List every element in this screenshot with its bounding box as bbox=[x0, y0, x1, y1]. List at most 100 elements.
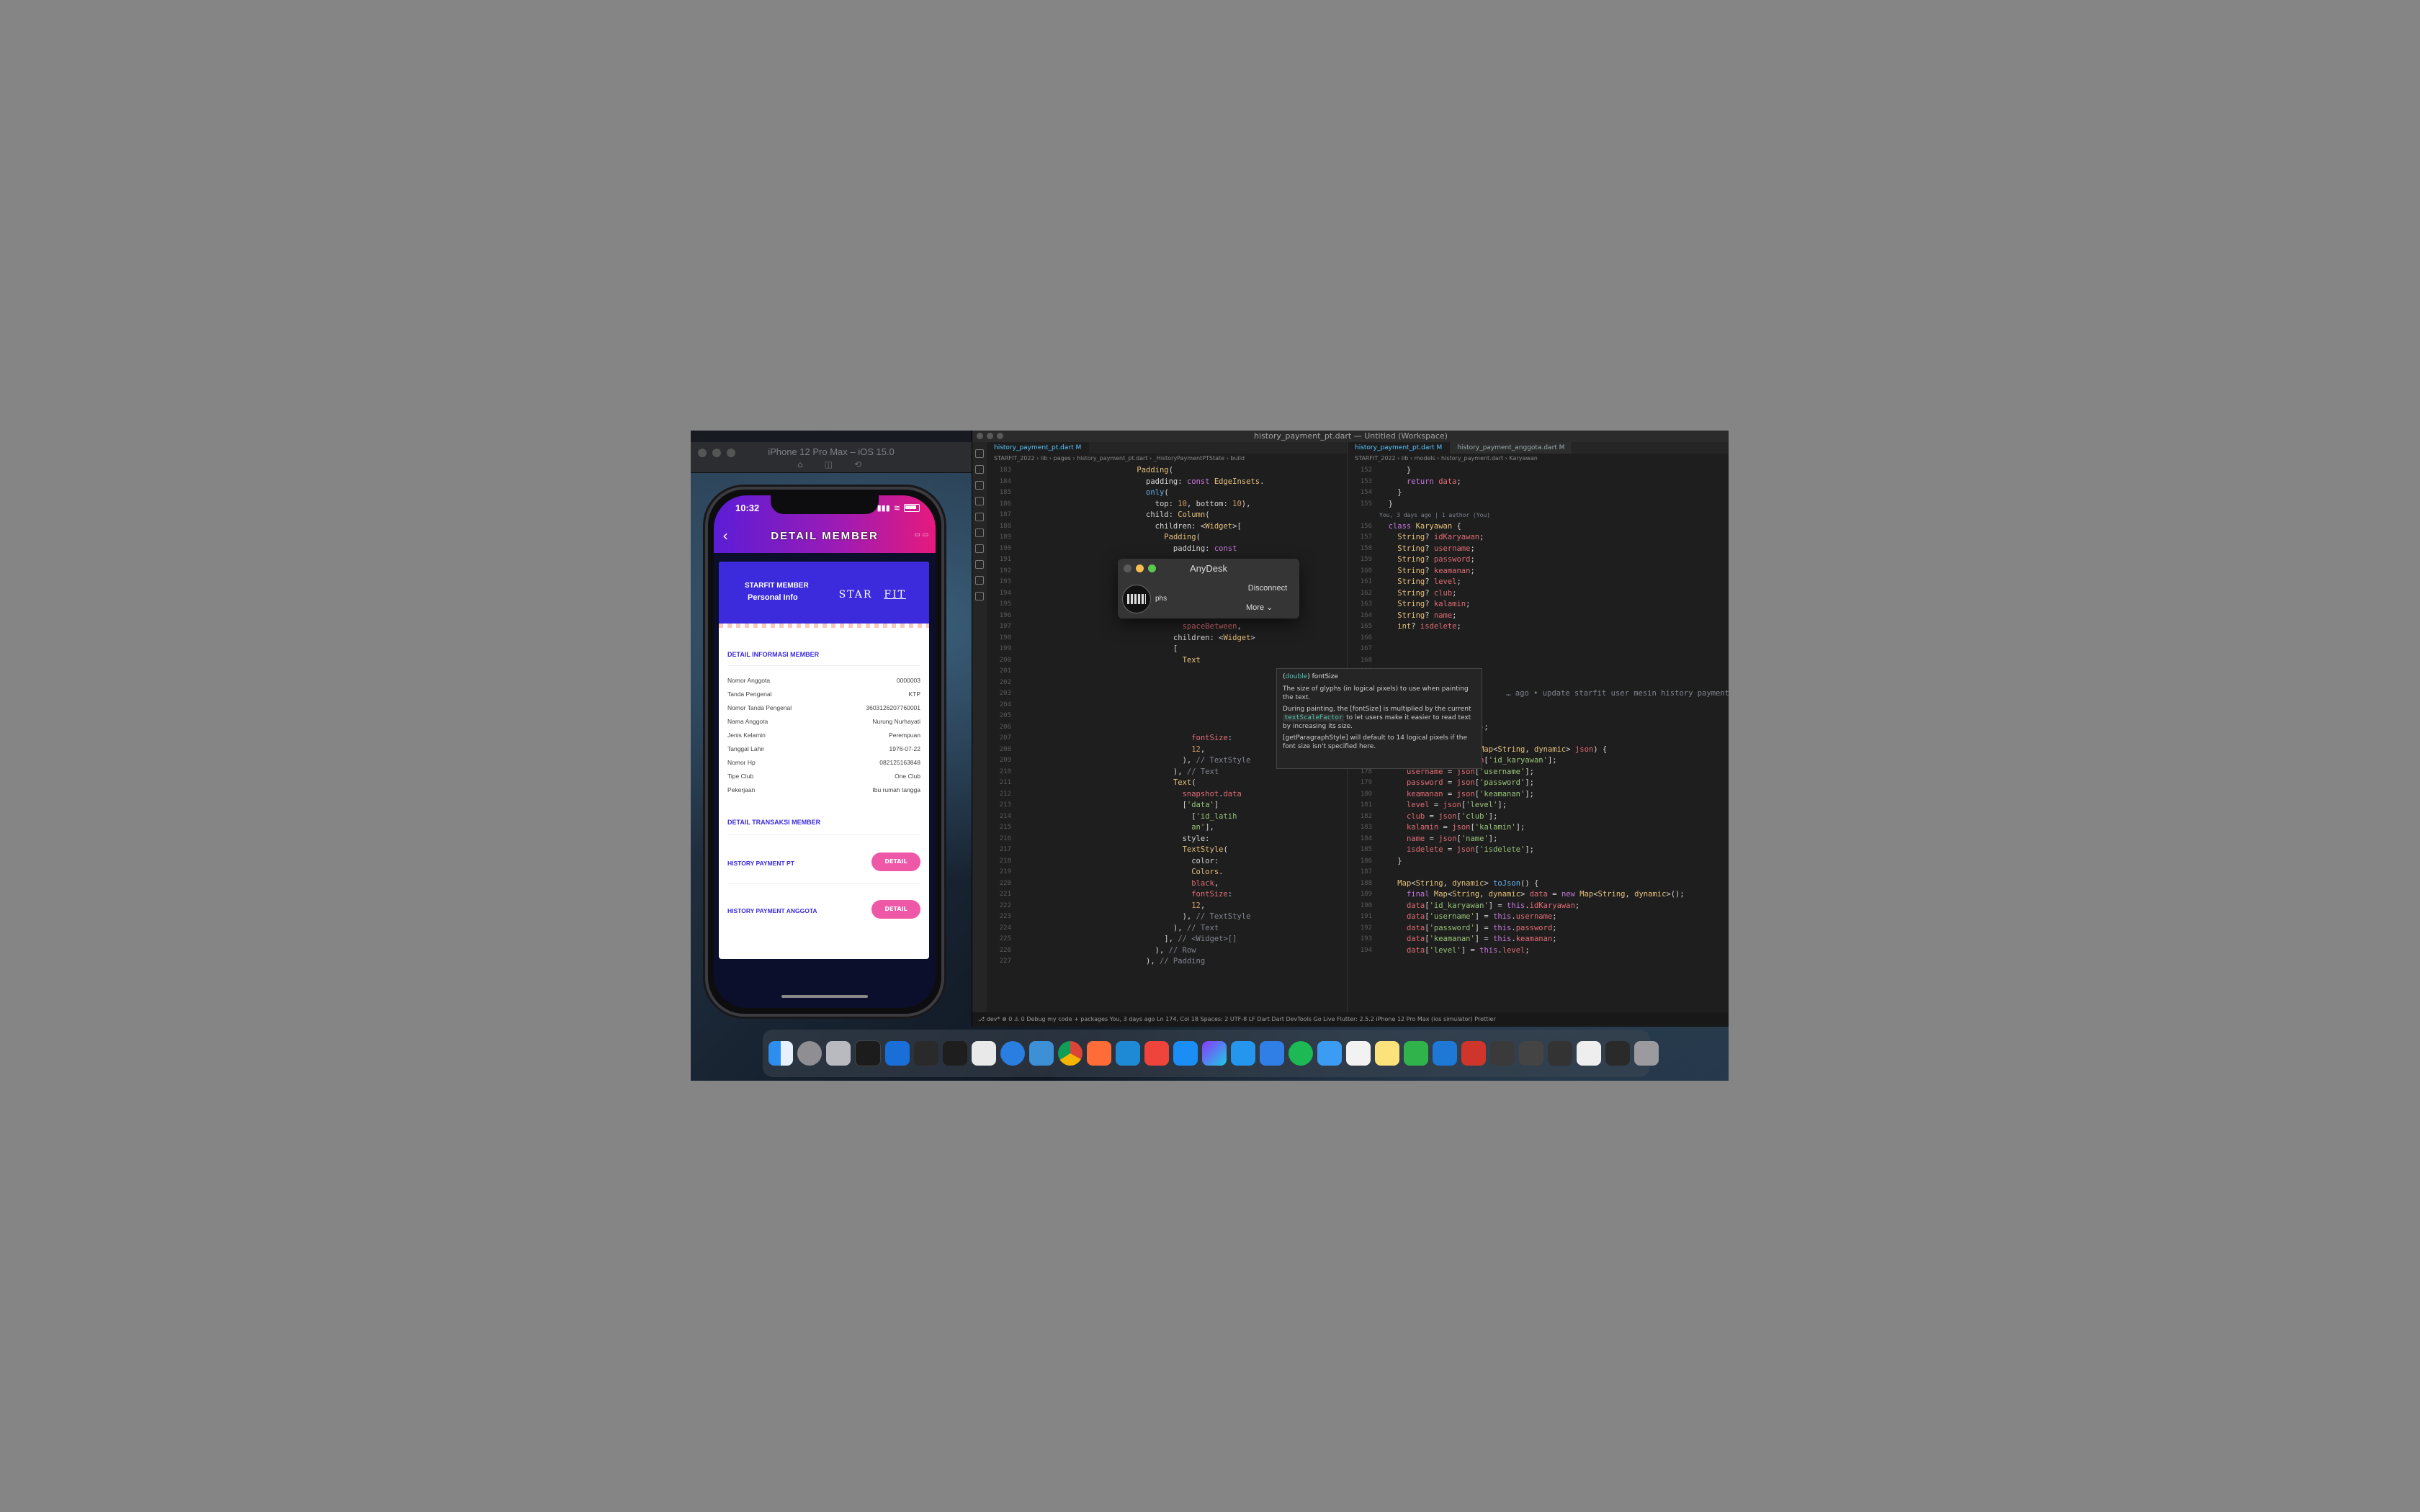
info-label: Pekerjaan bbox=[727, 786, 756, 793]
testing-icon[interactable] bbox=[975, 528, 984, 537]
more-button[interactable]: More ⌄ bbox=[1242, 600, 1294, 615]
activity-bar bbox=[972, 442, 987, 1012]
history-pt-detail-button[interactable]: DETAIL bbox=[871, 852, 920, 871]
phone-notch bbox=[771, 495, 879, 514]
window-2-icon[interactable] bbox=[1519, 1041, 1543, 1066]
run-debug-icon[interactable] bbox=[975, 497, 984, 505]
inline-git-blame: … ago • update starfit user mesin histor… bbox=[1506, 689, 1729, 698]
breadcrumb[interactable]: STARFIT_2022 › lib › pages › history_pay… bbox=[987, 454, 1347, 464]
home-icon[interactable]: ⌂ bbox=[797, 459, 803, 469]
tooltip-signature: (double) fontSize bbox=[1283, 673, 1338, 680]
extensions-icon[interactable] bbox=[975, 513, 984, 521]
info-value: One Club bbox=[895, 773, 920, 780]
account-icon[interactable] bbox=[975, 576, 984, 585]
remote-desktop-screen: iPhone 12 Pro Max – iOS 15.0 ⌂ ◫ ⟲ 10:32 ▮… bbox=[691, 431, 1729, 1081]
numbers-icon[interactable] bbox=[1404, 1041, 1428, 1066]
signal-icon: ▮▮▮ bbox=[877, 503, 890, 513]
section-transaksi-title: DETAIL TRANSAKSI MEMBER bbox=[727, 819, 821, 826]
rotate-icon[interactable]: ⟲ bbox=[854, 459, 861, 469]
editor-tabs: history_payment_pt.dart M bbox=[987, 442, 1347, 454]
info-value: 082125163848 bbox=[879, 759, 920, 766]
disconnect-button[interactable]: Disconnect bbox=[1242, 580, 1294, 596]
user-avatar bbox=[1122, 585, 1151, 613]
tab-history-payment-pt-right[interactable]: history_payment_pt.dart M bbox=[1348, 442, 1451, 454]
terminal-icon[interactable] bbox=[855, 1040, 881, 1066]
tableplus-icon[interactable] bbox=[972, 1041, 996, 1066]
debug-banner-icon: ▭ ▭ bbox=[914, 531, 928, 539]
anydesk-username: phs bbox=[1155, 595, 1168, 603]
keynote-icon[interactable] bbox=[1433, 1041, 1457, 1066]
window-3-icon[interactable] bbox=[1548, 1041, 1572, 1066]
chrome-icon[interactable] bbox=[1058, 1041, 1083, 1066]
preview-icon[interactable] bbox=[1461, 1041, 1486, 1066]
anydesk-icon[interactable] bbox=[1144, 1041, 1169, 1066]
zoom-window-icon[interactable] bbox=[997, 433, 1003, 439]
info-row: Pekerjaan Ibu rumah tangga bbox=[727, 786, 920, 800]
explorer-icon[interactable] bbox=[975, 449, 984, 458]
window-4-icon[interactable] bbox=[1577, 1041, 1601, 1066]
trash-icon[interactable] bbox=[1634, 1041, 1659, 1066]
notes-icon[interactable] bbox=[1375, 1041, 1399, 1066]
divider bbox=[727, 883, 920, 884]
status-bar[interactable]: ⎇ dev* ⊗ 0 ⚠ 0 Debug my code + packages … bbox=[972, 1012, 1729, 1027]
maps-icon[interactable] bbox=[1260, 1041, 1284, 1066]
info-value: 1976-07-22 bbox=[889, 745, 920, 752]
docker-icon[interactable] bbox=[1231, 1041, 1255, 1066]
app-store-icon[interactable] bbox=[1173, 1041, 1198, 1066]
info-label: Tanda Pengenal bbox=[727, 690, 772, 698]
remote-icon[interactable] bbox=[975, 544, 984, 553]
dock bbox=[763, 1030, 1659, 1077]
window-5-icon[interactable] bbox=[1605, 1041, 1630, 1066]
source-control-icon[interactable] bbox=[975, 481, 984, 490]
figma-icon[interactable] bbox=[943, 1041, 967, 1066]
system-preferences-icon[interactable] bbox=[826, 1041, 851, 1066]
info-row: Tanda Pengenal KTP bbox=[727, 690, 920, 704]
hover-tooltip: (double) fontSize The size of glyphs (in… bbox=[1276, 668, 1482, 769]
window-1-icon[interactable] bbox=[1490, 1041, 1515, 1066]
vscode-icon[interactable] bbox=[1116, 1041, 1140, 1066]
tab-history-payment-pt[interactable]: history_payment_pt.dart M bbox=[987, 442, 1090, 454]
vscode-titlebar: history_payment_pt.dart — Untitled (Work… bbox=[972, 431, 1729, 442]
iphone-frame: 10:32 ▮▮▮ ≋ ‹ DETAIL MEMBER ▭ ▭ STARFIT M… bbox=[705, 487, 944, 1017]
tooltip-name: fontSize bbox=[1312, 673, 1338, 680]
finder-icon[interactable] bbox=[768, 1041, 793, 1066]
minimize-window-icon[interactable] bbox=[987, 433, 993, 439]
info-label: Nomor Tanda Pengenal bbox=[727, 704, 792, 711]
info-value: Nurung Nurhayati bbox=[872, 718, 920, 725]
code-lens-blame[interactable]: You, 3 days ago | 1 author (You) bbox=[1379, 510, 1490, 521]
home-indicator[interactable] bbox=[781, 995, 868, 998]
anydesk-window: AnyDesk phs Disconnect More ⌄ bbox=[1118, 559, 1299, 618]
mail-icon[interactable] bbox=[1317, 1041, 1342, 1066]
settings-gear-icon[interactable] bbox=[975, 592, 984, 600]
card-header: STARFIT MEMBER Personal Info STAR FIT bbox=[719, 562, 929, 628]
info-row: Nomor Anggota 0000003 bbox=[727, 677, 920, 690]
info-label: Tipe Club bbox=[727, 773, 754, 780]
info-value: KTP bbox=[908, 690, 920, 698]
launchpad-icon[interactable] bbox=[797, 1041, 822, 1066]
calendar-icon[interactable] bbox=[1346, 1041, 1371, 1066]
xcode-icon[interactable] bbox=[885, 1041, 910, 1066]
wifi-icon: ≋ bbox=[893, 503, 900, 513]
search-icon[interactable] bbox=[975, 465, 984, 474]
screenshot-icon[interactable]: ◫ bbox=[825, 459, 833, 469]
info-value: 0000003 bbox=[896, 677, 920, 684]
breadcrumb-right[interactable]: STARFIT_2022 › lib › models › history_pa… bbox=[1348, 454, 1729, 464]
tooltip-description: The size of glyphs (in logical pixels) t… bbox=[1283, 685, 1469, 701]
divider bbox=[727, 665, 920, 666]
info-value: Perempuan bbox=[889, 732, 920, 739]
safari-icon[interactable] bbox=[1000, 1041, 1025, 1066]
member-info-list: Nomor Anggota 0000003 Tanda Pengenal KTP N… bbox=[727, 677, 920, 800]
vscode-window: history_payment_pt.dart — Untitled (Work… bbox=[972, 431, 1729, 1027]
vscode-alt-icon[interactable] bbox=[1029, 1041, 1054, 1066]
docker-icon[interactable] bbox=[975, 560, 984, 569]
spotify-icon[interactable] bbox=[1289, 1041, 1313, 1066]
tab-history-payment-anggota[interactable]: history_payment_anggota.dart M bbox=[1450, 442, 1573, 454]
info-label: Nomor Anggota bbox=[727, 677, 771, 684]
goland-icon[interactable] bbox=[1202, 1041, 1227, 1066]
history-payment-pt-label: HISTORY PAYMENT PT bbox=[727, 860, 794, 867]
simulator-icon[interactable] bbox=[914, 1041, 938, 1066]
history-anggota-detail-button[interactable]: DETAIL bbox=[871, 900, 920, 919]
simulator-title: iPhone 12 Pro Max – iOS 15.0 bbox=[768, 446, 895, 457]
close-window-icon[interactable] bbox=[977, 433, 983, 439]
postman-icon[interactable] bbox=[1087, 1041, 1111, 1066]
